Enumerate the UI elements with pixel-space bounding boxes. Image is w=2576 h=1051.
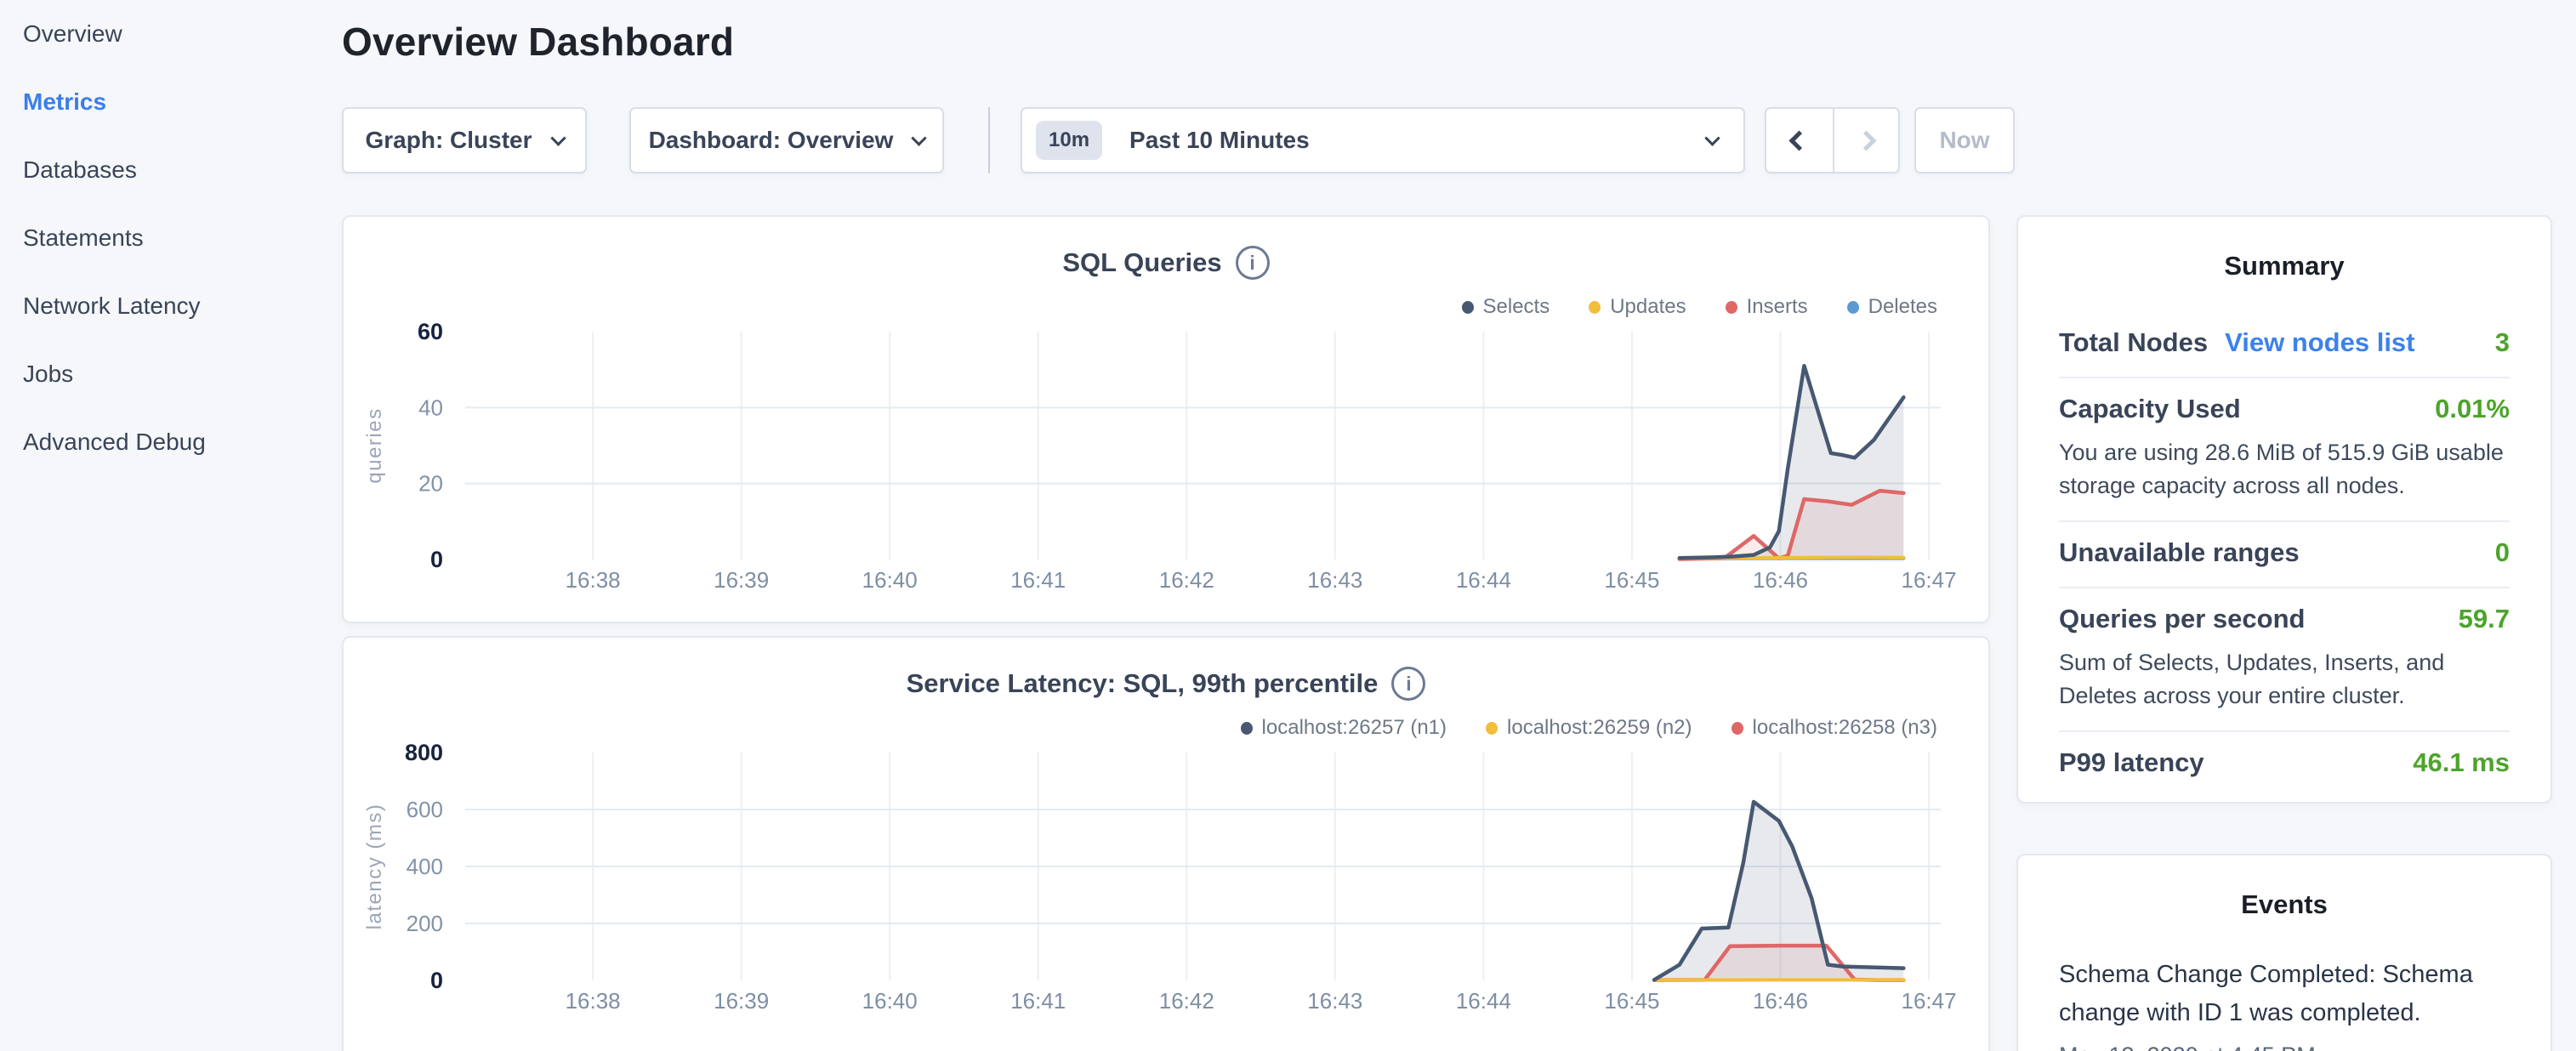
summary-row-value: 59.7 (2459, 604, 2510, 634)
sidebar-item-advanced-debug[interactable]: Advanced Debug (0, 408, 332, 476)
x-axis-tick-label: 16:44 (1456, 988, 1511, 1014)
view-nodes-list-link[interactable]: View nodes list (2225, 327, 2414, 358)
y-axis-tick-label: 200 (407, 911, 443, 936)
summary-row-subtext: Sum of Selects, Updates, Inserts, and De… (2059, 646, 2510, 712)
x-axis-tick-label: 16:40 (862, 567, 918, 593)
summary-row-label: P99 latency (2059, 747, 2204, 778)
service-latency-chart-card: Service Latency: SQL, 99th percentile i … (342, 636, 1990, 1051)
x-axis-tick-label: 16:46 (1753, 567, 1808, 593)
x-axis-tick-label: 16:41 (1010, 567, 1066, 593)
chevron-down-icon (550, 130, 566, 145)
y-axis-tick-label: 60 (418, 319, 443, 344)
x-axis-tick-label: 16:41 (1010, 988, 1066, 1014)
x-axis-tick-label: 16:47 (1901, 988, 1956, 1014)
x-axis-tick-label: 16:47 (1901, 567, 1956, 593)
y-axis-tick-label: 800 (405, 740, 443, 765)
y-axis-tick-label: 600 (407, 797, 443, 822)
controls-divider (988, 107, 990, 173)
event-text: Schema Change Completed: Schema change w… (2059, 956, 2510, 1032)
y-axis-tick-label: 40 (418, 395, 443, 420)
events-panel: Events Schema Change Completed: Schema c… (2016, 854, 2552, 1051)
summary-row-label: Unavailable ranges (2059, 537, 2300, 568)
event-list-item: Schema Change Completed: Schema change w… (2059, 951, 2510, 1051)
x-axis-tick-label: 16:43 (1307, 567, 1362, 593)
main-content: Overview Dashboard Graph: Cluster Dashbo… (342, 0, 1990, 1051)
events-title: Events (2059, 889, 2510, 920)
x-axis-tick-label: 16:44 (1456, 567, 1511, 593)
y-axis-title: latency (ms) (363, 804, 386, 930)
event-timestamp: May 13, 2020 at 4:45 PM (2059, 1042, 2510, 1051)
x-axis-tick-label: 16:45 (1604, 988, 1659, 1014)
sidebar-item-databases[interactable]: Databases (0, 136, 332, 204)
sidebar-item-statements[interactable]: Statements (0, 204, 332, 272)
summary-row-capacity-used: Capacity Used 0.01% You are using 28.6 M… (2059, 378, 2510, 522)
x-axis-tick-label: 16:39 (714, 988, 769, 1014)
time-range-label: Past 10 Minutes (1129, 127, 1310, 154)
summary-row-subtext: You are using 28.6 MiB of 515.9 GiB usab… (2059, 436, 2510, 502)
summary-row-unavailable-ranges: Unavailable ranges 0 (2059, 522, 2510, 588)
sidebar-item-network-latency[interactable]: Network Latency (0, 272, 332, 340)
summary-row-total-nodes: Total Nodes View nodes list 3 (2059, 312, 2510, 378)
time-step-forward-button[interactable] (1833, 109, 1899, 172)
graph-dropdown[interactable]: Graph: Cluster (342, 107, 587, 173)
sidebar-item-metrics[interactable]: Metrics (0, 68, 332, 136)
y-axis-tick-label: 20 (418, 471, 443, 497)
summary-row-label: Total Nodes (2059, 327, 2208, 358)
summary-title: Summary (2059, 251, 2510, 281)
y-axis-tick-label: 0 (430, 968, 443, 993)
dashboard-controls: Graph: Cluster Dashboard: Overview 10m P… (342, 107, 2017, 173)
page-title: Overview Dashboard (342, 19, 734, 65)
y-axis-tick-label: 400 (407, 854, 443, 879)
chevron-right-icon (1856, 130, 1876, 151)
summary-row-value: 0.01% (2435, 394, 2510, 424)
summary-row-label: Capacity Used (2059, 394, 2241, 424)
sidebar-item-jobs[interactable]: Jobs (0, 340, 332, 408)
x-axis-tick-label: 16:38 (566, 567, 621, 593)
x-axis-tick-label: 16:46 (1753, 988, 1808, 1014)
dashboard-dropdown-label: Dashboard: Overview (649, 127, 894, 154)
chevron-down-icon (912, 130, 927, 145)
sidebar: Overview Metrics Databases Statements Ne… (0, 0, 332, 1051)
y-axis-tick-label: 0 (430, 547, 443, 572)
summary-row-p99-latency: P99 latency 46.1 ms (2059, 732, 2510, 797)
graph-dropdown-label: Graph: Cluster (365, 127, 532, 154)
summary-row-value: 46.1 ms (2413, 747, 2510, 778)
time-step-back-button[interactable] (1766, 109, 1833, 172)
x-axis-tick-label: 16:40 (862, 988, 918, 1014)
x-axis-tick-label: 16:42 (1159, 988, 1214, 1014)
sql-queries-chart-plot: 16:38 16:39 16:40 16:41 16:42 16:43 16:44 16:45… (344, 217, 1992, 625)
chevron-down-icon (1704, 130, 1720, 145)
x-axis-tick-label: 16:45 (1604, 567, 1659, 593)
y-axis-title: queries (363, 407, 386, 483)
time-range-selector[interactable]: 10m Past 10 Minutes (1021, 107, 1745, 173)
summary-row-label: Queries per second (2059, 604, 2305, 634)
summary-row-queries-per-second: Queries per second 59.7 Sum of Selects, … (2059, 588, 2510, 732)
series-area (1680, 366, 1904, 560)
x-axis-tick-label: 16:43 (1307, 988, 1362, 1014)
sql-queries-chart-card: SQL Queries i SelectsUpdatesInsertsDelet… (342, 215, 1990, 623)
x-axis-tick-label: 16:38 (566, 988, 621, 1014)
summary-row-value: 3 (2495, 327, 2510, 358)
time-range-badge: 10m (1036, 121, 1102, 160)
sidebar-item-overview[interactable]: Overview (0, 0, 332, 68)
summary-row-value: 0 (2495, 537, 2510, 568)
time-step-button-group (1765, 107, 1900, 173)
dashboard-dropdown[interactable]: Dashboard: Overview (629, 107, 944, 173)
now-button[interactable]: Now (1914, 107, 2015, 173)
series-area (1654, 802, 1903, 980)
chevron-left-icon (1789, 130, 1810, 151)
summary-panel: Summary Total Nodes View nodes list 3 Ca… (2016, 215, 2552, 804)
x-axis-tick-label: 16:42 (1159, 567, 1214, 593)
service-latency-chart-plot: 16:38 16:39 16:40 16:41 16:42 16:43 16:44 16:45… (344, 638, 1992, 1051)
x-axis-tick-label: 16:39 (714, 567, 769, 593)
